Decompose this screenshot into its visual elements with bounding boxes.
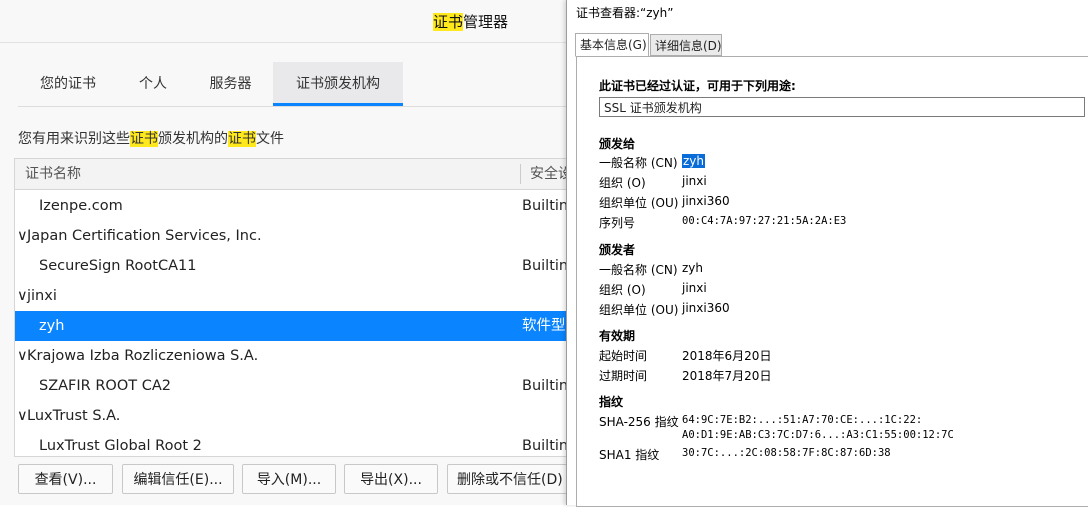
certificate-tree-table: 证书名称 安全设 Izenpe.com Builtin ∨ Japan Cert…	[14, 158, 571, 457]
tab-general[interactable]: 基本信息(G)	[575, 33, 649, 57]
issued-by-ou-label: 组织单位 (OU)	[599, 303, 679, 317]
table-row[interactable]: LuxTrust Global Root 2 Builtin	[15, 431, 571, 456]
issued-by-heading: 颁发者	[599, 243, 636, 257]
row-security: Builtin	[522, 438, 569, 454]
table-group-row[interactable]: ∨ Japan Certification Services, Inc.	[15, 221, 571, 251]
title-rest: 管理器	[463, 13, 509, 31]
issued-by-o-label: 组织 (O)	[599, 283, 646, 297]
desc-text: 颁发机构的	[158, 131, 228, 147]
usage-field[interactable]: SSL 证书颁发机构	[599, 97, 1085, 117]
sha1-label: SHA1 指纹	[599, 448, 660, 462]
sha1-value[interactable]: 30:7C:...:2C:08:58:7F:8C:87:6D:38	[682, 447, 891, 459]
issued-to-ou-label: 组织单位 (OU)	[599, 196, 679, 210]
issued-to-cn-value[interactable]: zyh	[682, 154, 706, 168]
issued-to-o-value[interactable]: jinxi	[682, 174, 707, 188]
desc-highlight: 证书	[228, 131, 256, 147]
row-security: Builtin	[522, 258, 569, 274]
sha256-value-line1[interactable]: 64:9C:7E:B2:...:51:A7:70:CE:...:1C:22:	[682, 414, 922, 426]
row-name: LuxTrust S.A.	[27, 408, 121, 424]
import-button[interactable]: 导入(M)...	[242, 464, 336, 494]
issued-to-o-label: 组织 (O)	[599, 176, 646, 190]
certificate-manager-window: 证书管理器 您的证书 个人 服务器 证书颁发机构 您有用来识别这些证书颁发机构的…	[0, 0, 571, 505]
row-name: LuxTrust Global Root 2	[39, 438, 202, 454]
table-row[interactable]: Izenpe.com Builtin	[15, 191, 571, 221]
row-name: Japan Certification Services, Inc.	[27, 228, 262, 244]
delete-distrust-button[interactable]: 删除或不信任(D)	[447, 464, 570, 494]
valid-to-value[interactable]: 2018年7月20日	[682, 367, 771, 384]
manager-tabs: 您的证书 个人 服务器 证书颁发机构	[18, 62, 570, 107]
row-name: Izenpe.com	[39, 198, 123, 214]
view-button[interactable]: 查看(V)...	[18, 464, 113, 494]
sha256-label: SHA-256 指纹	[599, 415, 679, 429]
tab-people[interactable]: 个人	[118, 62, 188, 106]
tab-details[interactable]: 详细信息(D)	[650, 34, 722, 56]
row-name: jinxi	[27, 288, 57, 304]
manager-button-bar: 查看(V)... 编辑信任(E)... 导入(M)... 导出(X)... 删除…	[0, 458, 570, 505]
table-group-row[interactable]: ∨ LuxTrust S.A.	[15, 401, 571, 431]
serial-label: 序列号	[599, 216, 636, 230]
general-panel: 此证书已经过认证，可用于下列用途: SSL 证书颁发机构 颁发给 一般名称 (C…	[576, 56, 1088, 507]
issued-by-o-value[interactable]: jinxi	[682, 281, 707, 295]
row-security: Builtin	[522, 198, 569, 214]
row-name: SZAFIR ROOT CA2	[39, 378, 171, 394]
verified-heading: 此证书已经过认证，可用于下列用途:	[599, 79, 796, 93]
valid-from-value[interactable]: 2018年6月20日	[682, 347, 771, 364]
manager-titlebar: 证书管理器	[0, 0, 570, 43]
viewer-title: 证书查看器:“zyh”	[576, 6, 674, 20]
table-header: 证书名称 安全设	[15, 159, 571, 190]
sha256-value-line2[interactable]: A0:D1:9E:AB:C3:7C:D7:6...:A3:C1:55:00:12…	[682, 429, 954, 441]
manager-title: 证书管理器	[433, 11, 508, 32]
column-header-name[interactable]: 证书名称	[25, 159, 81, 189]
table-group-row[interactable]: ∨ Krajowa Izba Rozliczeniowa S.A.	[15, 341, 571, 371]
desc-highlight: 证书	[130, 131, 158, 147]
desc-text: 文件	[256, 131, 284, 147]
row-security: Builtin	[522, 378, 569, 394]
issued-to-cn-label: 一般名称 (CN)	[599, 156, 678, 170]
selected-text[interactable]: zyh	[682, 154, 706, 168]
issued-by-cn-value[interactable]: zyh	[682, 261, 703, 275]
valid-from-label: 起始时间	[599, 349, 648, 363]
export-button[interactable]: 导出(X)...	[344, 464, 438, 494]
tab-your-certs[interactable]: 您的证书	[18, 62, 118, 106]
column-divider[interactable]	[520, 164, 521, 184]
authorities-description: 您有用来识别这些证书颁发机构的证书文件	[18, 128, 284, 148]
issued-by-ou-value[interactable]: jinxi360	[682, 301, 730, 315]
tab-servers[interactable]: 服务器	[188, 62, 273, 106]
edit-trust-button[interactable]: 编辑信任(E)...	[122, 464, 234, 494]
row-name: SecureSign RootCA11	[39, 258, 197, 274]
table-row-selected[interactable]: zyh 软件型	[15, 311, 571, 341]
desc-text: 您有用来识别这些	[18, 131, 130, 147]
validity-heading: 有效期	[599, 329, 636, 343]
fingerprints-heading: 指纹	[599, 395, 624, 409]
table-group-row[interactable]: ∨ jinxi	[15, 281, 571, 311]
certificate-viewer-window: 证书查看器:“zyh” 基本信息(G) 详细信息(D) 此证书已经过认证，可用于…	[566, 0, 1088, 507]
issued-to-ou-value[interactable]: jinxi360	[682, 194, 730, 208]
column-header-security[interactable]: 安全设	[530, 159, 571, 189]
valid-to-label: 过期时间	[599, 369, 648, 383]
row-name: Krajowa Izba Rozliczeniowa S.A.	[27, 348, 259, 364]
tab-authorities[interactable]: 证书颁发机构	[273, 62, 403, 106]
row-security: 软件型	[522, 318, 566, 334]
title-highlight: 证书	[433, 13, 464, 31]
issued-to-heading: 颁发给	[599, 137, 636, 151]
table-row[interactable]: SZAFIR ROOT CA2 Builtin	[15, 371, 571, 401]
table-row[interactable]: SecureSign RootCA11 Builtin	[15, 251, 571, 281]
serial-value[interactable]: 00:C4:7A:97:27:21:5A:2A:E3	[682, 215, 846, 227]
row-name: zyh	[39, 318, 65, 334]
issued-by-cn-label: 一般名称 (CN)	[599, 263, 678, 277]
